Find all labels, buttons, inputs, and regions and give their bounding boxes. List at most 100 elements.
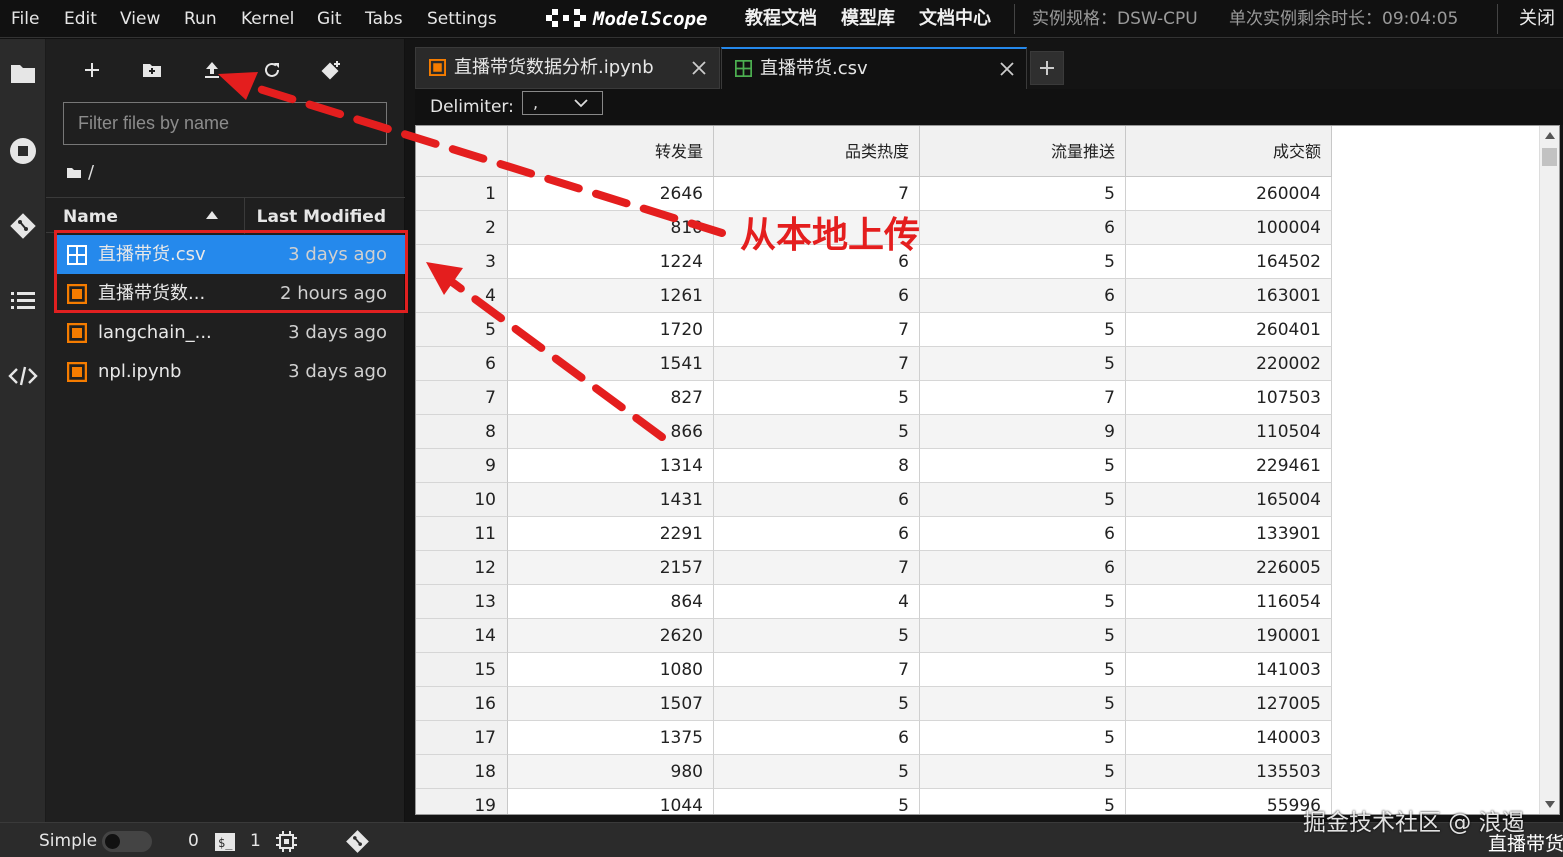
row-index[interactable]: 1 (416, 177, 508, 211)
scroll-up-icon[interactable] (1545, 132, 1555, 139)
table-cell[interactable]: 116054 (1126, 585, 1332, 619)
table-of-contents-icon[interactable] (7, 285, 39, 317)
link-doc-center[interactable]: 文档中心 (919, 0, 991, 38)
table-cell[interactable]: 127005 (1126, 687, 1332, 721)
csv-data-grid[interactable]: 转发量 品类热度 流量推送 成交额 1 2646 7 5 260004 2 810 6 1000… (415, 125, 1560, 815)
row-index[interactable]: 17 (416, 721, 508, 755)
table-cell[interactable]: 866 (508, 415, 714, 449)
table-cell[interactable]: 220002 (1126, 347, 1332, 381)
table-row[interactable]: 16 1507 5 5 127005 (416, 687, 1332, 721)
git-clone-button[interactable] (316, 55, 346, 85)
table-row[interactable]: 4 1261 6 6 163001 (416, 279, 1332, 313)
table-cell[interactable]: 7 (920, 381, 1126, 415)
table-row[interactable]: 19 1044 5 5 55996 (416, 789, 1332, 814)
column-header[interactable]: 成交额 (1126, 126, 1332, 177)
scrollbar-thumb[interactable] (1542, 148, 1557, 166)
table-cell[interactable]: 6 (714, 517, 920, 551)
close-tab-button[interactable] (688, 57, 710, 79)
column-header[interactable]: 流量推送 (920, 126, 1126, 177)
table-cell[interactable]: 827 (508, 381, 714, 415)
simple-mode-toggle[interactable] (102, 831, 152, 852)
table-cell[interactable]: 6 (714, 245, 920, 279)
row-index[interactable]: 8 (416, 415, 508, 449)
menu-kernel[interactable]: Kernel (241, 0, 294, 38)
row-index[interactable]: 19 (416, 789, 508, 814)
table-cell[interactable]: 1431 (508, 483, 714, 517)
row-index[interactable]: 10 (416, 483, 508, 517)
table-cell[interactable]: 1720 (508, 313, 714, 347)
table-cell[interactable] (714, 211, 920, 245)
table-cell[interactable]: 1044 (508, 789, 714, 814)
table-cell[interactable]: 6 (920, 517, 1126, 551)
table-cell[interactable]: 9 (920, 415, 1126, 449)
table-cell[interactable]: 7 (714, 653, 920, 687)
table-cell[interactable]: 2646 (508, 177, 714, 211)
upload-button[interactable] (197, 55, 227, 85)
table-cell[interactable]: 190001 (1126, 619, 1332, 653)
tab-live-csv[interactable]: 直播带货.csv (721, 47, 1027, 89)
table-row[interactable]: 7 827 5 7 107503 (416, 381, 1332, 415)
table-cell[interactable]: 1507 (508, 687, 714, 721)
table-row[interactable]: 17 1375 6 5 140003 (416, 721, 1332, 755)
table-cell[interactable]: 6 (714, 721, 920, 755)
close-tab-button[interactable] (996, 58, 1018, 80)
table-row[interactable]: 18 980 5 5 135503 (416, 755, 1332, 789)
table-cell[interactable]: 6 (920, 211, 1126, 245)
table-cell[interactable]: 2291 (508, 517, 714, 551)
table-cell[interactable]: 2620 (508, 619, 714, 653)
new-launcher-button[interactable] (77, 55, 107, 85)
table-cell[interactable]: 107503 (1126, 381, 1332, 415)
close-instance-button[interactable]: 关闭 (1519, 0, 1555, 38)
row-index[interactable]: 3 (416, 245, 508, 279)
row-index[interactable]: 11 (416, 517, 508, 551)
table-cell[interactable]: 6 (714, 483, 920, 517)
table-cell[interactable]: 226005 (1126, 551, 1332, 585)
table-cell[interactable]: 7 (714, 177, 920, 211)
row-index[interactable]: 14 (416, 619, 508, 653)
table-row[interactable]: 6 1541 7 5 220002 (416, 347, 1332, 381)
table-cell[interactable]: 5 (920, 449, 1126, 483)
folder-icon[interactable] (7, 57, 39, 89)
name-column-header[interactable]: Name (63, 198, 118, 236)
table-row[interactable]: 13 864 4 5 116054 (416, 585, 1332, 619)
table-cell[interactable]: 5 (920, 177, 1126, 211)
scroll-down-icon[interactable] (1545, 801, 1555, 808)
table-cell[interactable]: 810 (508, 211, 714, 245)
row-index[interactable]: 2 (416, 211, 508, 245)
link-tutorials[interactable]: 教程文档 (745, 0, 817, 38)
table-cell[interactable]: 5 (920, 755, 1126, 789)
table-cell[interactable]: 5 (920, 789, 1126, 814)
row-index[interactable]: 12 (416, 551, 508, 585)
menu-git[interactable]: Git (317, 0, 342, 38)
table-cell[interactable]: 5 (920, 483, 1126, 517)
row-index[interactable]: 5 (416, 313, 508, 347)
row-index[interactable]: 15 (416, 653, 508, 687)
file-item-live-csv[interactable]: 直播带货.csv 3 days ago (56, 235, 405, 274)
row-index[interactable]: 7 (416, 381, 508, 415)
table-row[interactable]: 9 1314 8 5 229461 (416, 449, 1332, 483)
code-snippets-icon[interactable] (7, 360, 39, 392)
table-row[interactable]: 11 2291 6 6 133901 (416, 517, 1332, 551)
column-header[interactable]: 品类热度 (714, 126, 920, 177)
table-cell[interactable]: 260004 (1126, 177, 1332, 211)
table-row[interactable]: 5 1720 7 5 260401 (416, 313, 1332, 347)
table-cell[interactable]: 6 (920, 551, 1126, 585)
table-cell[interactable]: 55996 (1126, 789, 1332, 814)
last-modified-column-header[interactable]: Last Modified (257, 198, 386, 236)
modelscope-logo[interactable]: ModelScope (545, 5, 707, 33)
table-cell[interactable]: 135503 (1126, 755, 1332, 789)
table-cell[interactable]: 165004 (1126, 483, 1332, 517)
table-cell[interactable]: 5 (920, 721, 1126, 755)
table-row[interactable]: 14 2620 5 5 190001 (416, 619, 1332, 653)
menu-run[interactable]: Run (184, 0, 217, 38)
table-cell[interactable]: 1080 (508, 653, 714, 687)
kernel-chip-icon[interactable] (276, 831, 297, 852)
table-cell[interactable]: 5 (714, 415, 920, 449)
table-cell[interactable]: 5 (920, 245, 1126, 279)
table-cell[interactable]: 5 (920, 687, 1126, 721)
table-cell[interactable]: 980 (508, 755, 714, 789)
table-cell[interactable]: 229461 (1126, 449, 1332, 483)
file-item-npl-notebook[interactable]: npl.ipynb 3 days ago (56, 352, 405, 391)
table-cell[interactable]: 7 (714, 313, 920, 347)
menu-settings[interactable]: Settings (427, 0, 497, 38)
